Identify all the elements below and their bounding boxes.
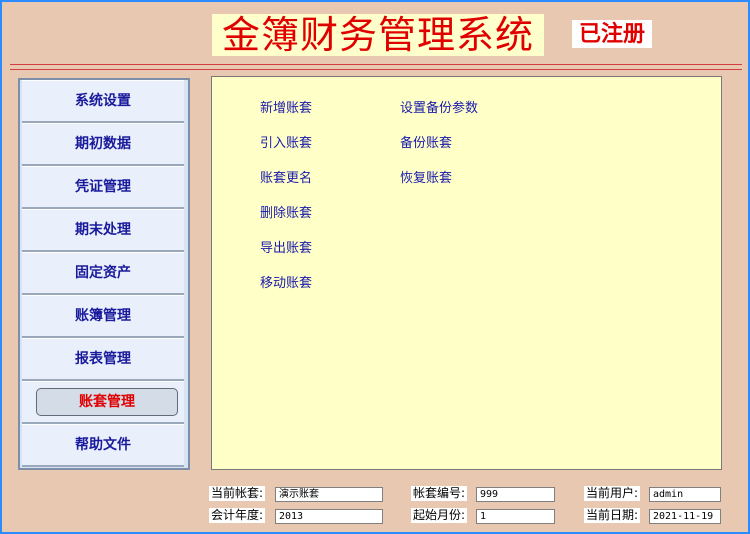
current-set-label: 当前帐套: <box>209 486 266 501</box>
sidebar-item-label: 期初数据 <box>75 136 131 152</box>
sidebar-item-label: 期末处理 <box>75 222 131 238</box>
current-user-value: admin <box>649 487 721 502</box>
current-set-value: 演示账套 <box>275 487 383 502</box>
sidebar-item-opening-data[interactable]: 期初数据 <box>22 123 184 166</box>
sidebar-item-fixed-assets[interactable]: 固定资产 <box>22 252 184 295</box>
sidebar-item-label: 账套管理 <box>36 388 178 416</box>
app-title: 金簿财务管理系统 <box>212 14 544 56</box>
import-account-set-link[interactable]: 引入账套 <box>260 132 312 151</box>
backup-settings-link[interactable]: 设置备份参数 <box>400 97 478 116</box>
current-date-value: 2021-11-19 <box>649 509 721 524</box>
fiscal-year-value: 2013 <box>275 509 383 524</box>
registered-badge: 已注册 <box>572 20 652 48</box>
sidebar-item-voucher-management[interactable]: 凭证管理 <box>22 166 184 209</box>
sidebar-item-label: 账簿管理 <box>75 308 131 324</box>
start-month-value: 1 <box>476 509 555 524</box>
sidebar-item-label: 凭证管理 <box>75 179 131 195</box>
current-date-label: 当前日期: <box>584 508 641 523</box>
start-month-label: 起始月份: <box>411 508 468 523</box>
header-divider <box>10 69 742 70</box>
sidebar-item-account-set-management[interactable]: 账套管理 <box>22 381 184 424</box>
header-divider <box>10 64 742 65</box>
move-account-set-link[interactable]: 移动账套 <box>260 272 312 291</box>
delete-account-set-link[interactable]: 删除账套 <box>260 202 312 221</box>
sidebar-item-report-management[interactable]: 报表管理 <box>22 338 184 381</box>
sidebar: 系统设置 期初数据 凭证管理 期末处理 固定资产 账簿管理 报表管理 账套管理 … <box>18 78 190 470</box>
new-account-set-link[interactable]: 新增账套 <box>260 97 312 116</box>
fiscal-year-label: 会计年度: <box>209 508 266 523</box>
sidebar-item-help-files[interactable]: 帮助文件 <box>22 424 184 467</box>
app-window: 金簿财务管理系统 已注册 系统设置 期初数据 凭证管理 期末处理 固定资产 账簿… <box>0 0 750 534</box>
sidebar-item-label: 帮助文件 <box>75 437 131 453</box>
sidebar-item-system-settings[interactable]: 系统设置 <box>22 80 184 123</box>
restore-account-set-link[interactable]: 恢复账套 <box>400 167 452 186</box>
sidebar-item-period-end[interactable]: 期末处理 <box>22 209 184 252</box>
sidebar-item-label: 系统设置 <box>75 93 131 109</box>
set-number-value: 999 <box>476 487 555 502</box>
set-number-label: 帐套编号: <box>411 486 468 501</box>
sidebar-item-label: 报表管理 <box>75 351 131 367</box>
sidebar-item-ledger-management[interactable]: 账簿管理 <box>22 295 184 338</box>
export-account-set-link[interactable]: 导出账套 <box>260 237 312 256</box>
current-user-label: 当前用户: <box>584 486 641 501</box>
backup-account-set-link[interactable]: 备份账套 <box>400 132 452 151</box>
content-panel: 新增账套 引入账套 账套更名 删除账套 导出账套 移动账套 设置备份参数 备份账… <box>211 76 722 470</box>
rename-account-set-link[interactable]: 账套更名 <box>260 167 312 186</box>
sidebar-item-label: 固定资产 <box>75 265 131 281</box>
